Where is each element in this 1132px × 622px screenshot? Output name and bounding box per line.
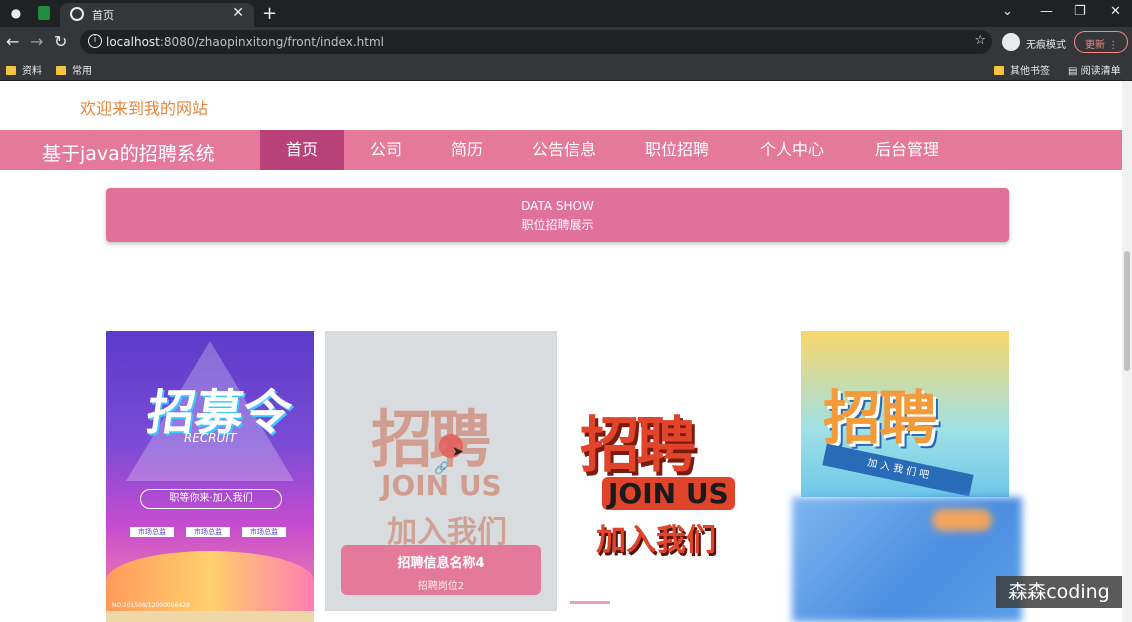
data-show-title: DATA SHOW [521,199,594,213]
job-card-3[interactable]: 招聘 JOIN US 加入我们 [570,331,782,611]
sheets-tab-icon[interactable] [38,6,50,20]
restore-icon[interactable]: ❐ [1074,4,1086,19]
tab-search-chevron-icon[interactable]: ⌄ [1002,4,1013,19]
active-tab[interactable]: 首页 ✕ [60,3,254,27]
poster-recruit-label: RECRUIT [184,431,237,445]
data-show-subtitle: 职位招聘展示 [521,218,594,232]
nav-announcements[interactable]: 公告信息 [516,130,612,170]
bookmark-label: 常用 [72,66,92,77]
job-position: 招聘岗位2 [417,581,465,592]
reload-icon[interactable]: ↻ [54,32,67,51]
poster-headline: 招聘 [371,403,491,476]
reading-list[interactable]: ▤ 阅读清单 [1068,62,1121,77]
nav-resume[interactable]: 简历 [430,130,504,170]
poster-position-tag: 市场总监 [242,527,286,537]
job-card-1[interactable]: 招募令 RECRUIT 职等你来·加入我们 市场总监 市场总监 市场总监 NO.… [106,331,314,611]
poster-position-tag: 市场总监 [186,527,230,537]
main-navbar: 基于java的招聘系统 首页 公司 简历 公告信息 职位招聘 个人中心 后台管理 [0,130,1122,170]
welcome-text: 欢迎来到我的网站 [80,99,209,118]
chrome-menu-icon[interactable]: ● [8,5,24,21]
nav-admin[interactable]: 后台管理 [860,130,954,170]
back-icon[interactable]: ← [6,32,19,51]
url-text[interactable]: localhost:8080/zhaopinxitong/front/index… [106,35,384,49]
forward-icon[interactable]: → [30,32,43,51]
page-content: 欢迎来到我的网站 基于java的招聘系统 首页 公司 简历 公告信息 职位招聘 … [0,81,1122,622]
watermark: 森森coding [996,576,1122,608]
incognito-label: 无痕模式 [1026,40,1066,51]
scrollbar-thumb[interactable] [1124,251,1130,371]
site-info-icon[interactable]: i [88,34,102,48]
mouse-cursor-icon: ➤ [452,444,464,460]
minimize-icon[interactable]: — [1040,4,1053,19]
incognito-icon[interactable] [1002,33,1020,51]
poster-headline: 招聘 [580,411,696,481]
browser-toolbar: ← → ↻ i localhost:8080/zhaopinxitong/fro… [0,27,1132,57]
address-bar[interactable]: i localhost:8080/zhaopinxitong/front/ind… [80,30,992,54]
poster-slogan: 职等你来·加入我们 [140,489,282,509]
bookmark-label: 阅读清单 [1080,66,1121,77]
job-card-4[interactable]: 招聘 加 入 我 们 吧 [801,331,1009,497]
url-path: :8080/zhaopinxitong/front/index.html [159,35,384,49]
new-tab-icon[interactable]: + [262,3,277,24]
update-button[interactable]: 更新 ⋮ [1074,31,1128,53]
bookmark-folder[interactable]: 常用 [56,62,92,77]
tab-close-icon[interactable]: ✕ [232,5,244,21]
folder-icon [994,66,1004,75]
site-title[interactable]: 基于java的招聘系统 [42,139,215,166]
faded-background-text [100,251,1010,331]
poster-subtitle: 加入我们 [596,523,716,558]
blurred-image-region [792,497,1022,622]
next-row-card[interactable] [106,611,314,622]
bookmark-label: 资料 [22,66,42,77]
page-scrollbar[interactable] [1122,81,1132,622]
url-host: localhost [106,35,160,49]
poster-join-us: JOIN US [602,477,735,510]
update-label: 更新 [1085,40,1105,51]
bookmark-folder[interactable]: 资料 [6,62,42,77]
nav-jobs[interactable]: 职位招聘 [630,130,724,170]
close-window-icon[interactable]: ✕ [1110,4,1121,19]
tab-favicon-icon [70,7,84,21]
job-card-2-hover[interactable]: 招聘 JOIN US 加入我们 🔗 ➤ 招聘信息名称4 招聘岗位2 [325,331,557,611]
data-show-banner: DATA SHOW 职位招聘展示 [106,188,1009,242]
job-info-overlay[interactable]: 招聘信息名称4 招聘岗位2 [341,545,541,595]
bookmark-label: 其他书签 [1010,66,1050,77]
tab-title: 首页 [92,9,114,22]
other-bookmarks[interactable]: 其他书签 [994,62,1050,77]
link-icon[interactable]: 🔗 [434,461,449,475]
bookmarks-bar: 资料 常用 其他书签 ▤ 阅读清单 [0,57,1132,81]
nav-home[interactable]: 首页 [260,130,344,170]
browser-tabbar: ● 首页 ✕ + ⌄ — ❐ ✕ [0,0,1132,27]
poster-headline: 招聘 [823,384,937,452]
poster-position-tag: 市场总监 [130,527,174,537]
bookmark-star-icon[interactable]: ☆ [974,33,986,48]
folder-icon [56,66,66,75]
reading-list-icon: ▤ [1068,66,1081,77]
poster-underline [570,601,610,604]
poster-footer: NO.201508/12000066429 [112,602,190,609]
nav-profile[interactable]: 个人中心 [744,130,840,170]
nav-company[interactable]: 公司 [350,130,422,170]
job-title: 招聘信息名称4 [397,556,485,571]
blur-accent [932,509,992,531]
folder-icon [6,66,16,75]
